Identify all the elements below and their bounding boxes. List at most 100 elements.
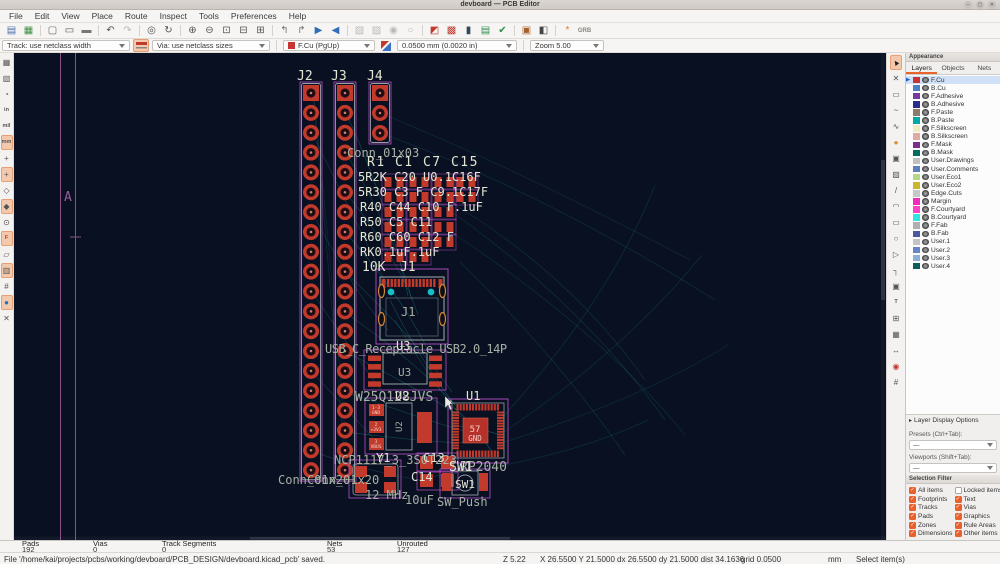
zone-fracture-button[interactable]: ▥	[1, 263, 13, 278]
units-mm-button[interactable]: mm	[1, 135, 13, 150]
pcb-label[interactable]: SW1	[455, 478, 475, 491]
layer-visibility-eye-icon[interactable]	[922, 77, 929, 84]
footprint-j4[interactable]	[369, 82, 391, 144]
pcb-label[interactable]: J4	[367, 69, 383, 84]
menu-preferences[interactable]: Preferences	[225, 11, 283, 21]
draw-polygon-button[interactable]: ▷	[890, 247, 902, 262]
route-track-button[interactable]: ▭	[890, 87, 902, 102]
grid-select[interactable]: 0.0500 mm (0.0020 in)	[397, 40, 517, 51]
layer-row-f-fab[interactable]: F.Fab	[906, 222, 1000, 230]
layer-visibility-eye-icon[interactable]	[922, 142, 929, 149]
pcb-label[interactable]: VBUS	[371, 444, 382, 450]
pcb-label[interactable]: 5R2K C20 U0.1C16F	[358, 170, 481, 184]
layer-row-user-1[interactable]: User.1	[906, 238, 1000, 246]
layer-color-swatch[interactable]	[913, 85, 920, 92]
inactive-layer-dim-button[interactable]: ●	[1, 295, 13, 310]
layer-visibility-eye-icon[interactable]	[922, 166, 929, 173]
menu-edit[interactable]: Edit	[29, 11, 56, 21]
track-width-select[interactable]: Track: use netclass width	[2, 40, 130, 51]
pcb-label[interactable]: R60 C60 C12 F	[360, 230, 454, 244]
rotate-ccw-button[interactable]: ↰	[276, 24, 293, 38]
checkbox[interactable]: ✓	[909, 530, 916, 537]
pcb-label[interactable]: RK0.1uF.1uF	[360, 245, 439, 259]
filter-pads[interactable]: ✓Pads	[909, 512, 955, 521]
zone-fill-button[interactable]: F	[1, 231, 13, 246]
layer-visibility-eye-icon[interactable]	[922, 231, 929, 238]
footprint-editor-button[interactable]: ▩	[443, 24, 460, 38]
measure-button[interactable]: #	[890, 375, 902, 390]
add-table-button[interactable]: ▦	[890, 327, 902, 342]
add-via-button[interactable]: ●	[890, 135, 902, 150]
pcb-label[interactable]: USB_C_Receptacle USB2.0_14P	[325, 342, 507, 356]
layer-color-swatch[interactable]	[913, 125, 920, 132]
layer-visibility-eye-icon[interactable]	[922, 125, 929, 132]
units-inch-button[interactable]: in	[1, 103, 13, 118]
drc-button[interactable]: ◩	[426, 24, 443, 38]
layer-visibility-eye-icon[interactable]	[922, 85, 929, 92]
add-text-button[interactable]: T	[890, 295, 902, 310]
pcb-label[interactable]: 10K	[362, 260, 386, 275]
pcb-label[interactable]: U3	[398, 366, 411, 379]
board-setup-button[interactable]: ▦	[20, 24, 37, 38]
menu-route[interactable]: Route	[119, 11, 154, 21]
zone-outline-button[interactable]: ▱	[1, 247, 13, 262]
layer-color-swatch[interactable]	[913, 166, 920, 173]
checkbox[interactable]	[955, 487, 962, 494]
add-leader-button[interactable]: ┐	[890, 263, 902, 278]
layer-row-f-cu[interactable]: ▶F.Cu	[906, 76, 1000, 84]
layer-row-user-comments[interactable]: User.Comments	[906, 165, 1000, 173]
add-image-button[interactable]: ▣	[890, 279, 902, 294]
checkbox[interactable]: ✓	[909, 513, 916, 520]
cursor-full-button[interactable]: +	[1, 167, 13, 182]
reload-footprints-button[interactable]: ▣	[518, 24, 535, 38]
layer-row-user-4[interactable]: User.4	[906, 262, 1000, 270]
checkbox[interactable]: ✓	[955, 504, 962, 511]
layer-color-swatch[interactable]	[913, 117, 920, 124]
layer-row-b-fab[interactable]: B.Fab	[906, 230, 1000, 238]
undo-button[interactable]: ↶	[102, 24, 119, 38]
menu-inspect[interactable]: Inspect	[154, 11, 193, 21]
pcb-label[interactable]: C14	[411, 470, 433, 484]
high-contrast-button[interactable]: ◧	[535, 24, 552, 38]
group-button[interactable]: ▧	[351, 24, 368, 38]
layer-color-swatch[interactable]	[913, 133, 920, 140]
add-dimension-button[interactable]: ↔	[890, 343, 902, 358]
checkbox[interactable]: ✓	[909, 487, 916, 494]
grid-visibility-button[interactable]: ▦	[1, 55, 13, 70]
lock-button[interactable]: ◉	[385, 24, 402, 38]
layer-row-user-eco2[interactable]: User.Eco2	[906, 181, 1000, 189]
swap-layer-pair-button[interactable]	[378, 39, 394, 52]
filter-locked-items[interactable]: Locked items	[955, 486, 1000, 495]
presets-select[interactable]: —	[909, 440, 997, 450]
pcb-label[interactable]: GND	[372, 410, 380, 416]
layer-color-swatch[interactable]	[913, 231, 920, 238]
pcb-label[interactable]: J1	[400, 260, 416, 275]
menu-place[interactable]: Place	[86, 11, 119, 21]
cursor-small-button[interactable]: +	[1, 151, 13, 166]
units-mil-button[interactable]: mil	[1, 119, 13, 134]
layer-visibility-eye-icon[interactable]	[922, 150, 929, 157]
drill-origin-button[interactable]: ◉	[890, 359, 902, 374]
grid-override-button[interactable]: ▧	[1, 71, 13, 86]
print-button[interactable]: ▭	[61, 24, 78, 38]
layer-visibility-eye-icon[interactable]	[922, 158, 929, 165]
find-button[interactable]: ◎	[143, 24, 160, 38]
unlock-button[interactable]: ○	[402, 24, 419, 38]
layer-visibility-eye-icon[interactable]	[922, 133, 929, 140]
filter-rule-areas[interactable]: ✓Rule Areas	[955, 521, 1000, 530]
layer-row-margin[interactable]: Margin	[906, 197, 1000, 205]
layer-row-f-adhesive[interactable]: F.Adhesive	[906, 92, 1000, 100]
tune-length-button[interactable]: ∿	[890, 119, 902, 134]
local-ratsnest-button[interactable]: ✕	[890, 71, 902, 86]
pcb-label[interactable]: Conn_01x20	[307, 473, 379, 487]
checkbox[interactable]: ✓	[955, 496, 962, 503]
layer-color-swatch[interactable]	[913, 93, 920, 100]
pcb-canvas[interactable]: J2J3J4Conn_01x03R1 C1 C7 C155R2K C20 U0.…	[14, 53, 886, 540]
draw-rect-button[interactable]: ▭	[890, 215, 902, 230]
plugin-button[interactable]: *	[559, 24, 576, 38]
checkbox[interactable]: ✓	[955, 522, 962, 529]
pcb-label[interactable]: A	[64, 190, 72, 205]
layer-row-user-3[interactable]: User.3	[906, 254, 1000, 262]
layer-color-swatch[interactable]	[913, 150, 920, 157]
library-check-button[interactable]: ✔	[494, 24, 511, 38]
